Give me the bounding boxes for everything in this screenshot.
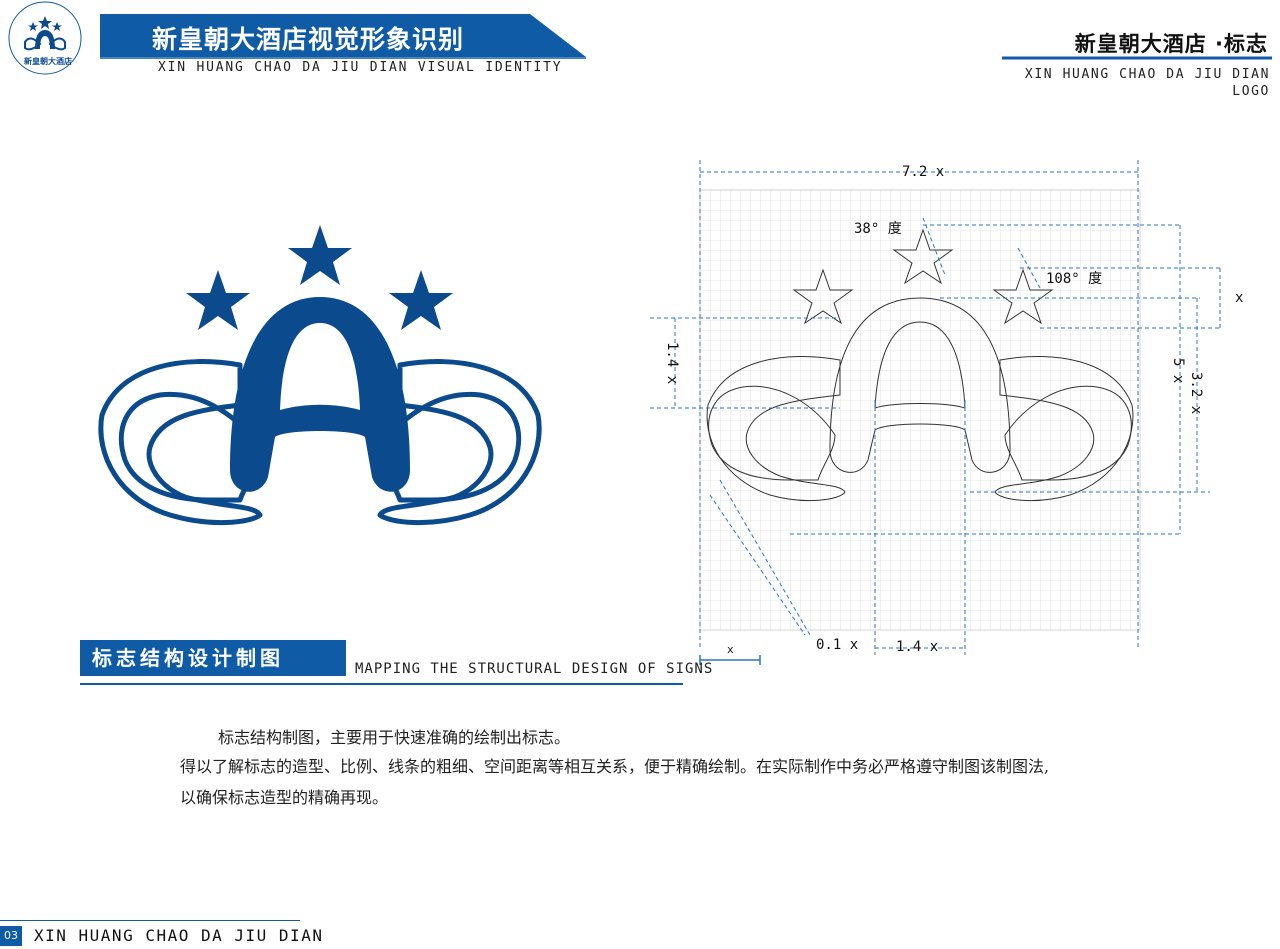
description-line-1: 标志结构制图，主要用于快速准确的绘制出标志。	[218, 728, 571, 747]
section-subtitle-line1: XIN HUANG CHAO DA JIU DIAN	[1024, 67, 1270, 82]
section-underline	[80, 683, 683, 685]
page-number: 03	[0, 926, 22, 946]
description-line-2: 得以了解标志的造型、比例、线条的粗细、空间距离等相互关系，便于精确绘制。在实际制…	[180, 757, 1050, 776]
structural-diagram	[650, 160, 1221, 665]
section-heading: 标志结构设计制图	[80, 640, 346, 676]
section-title: 新皇朝大酒店 ·标志	[1074, 32, 1268, 56]
label-stroke-width: 0.1 x	[816, 637, 859, 653]
footer-rule	[0, 920, 300, 921]
label-3-2x: 3.2 x	[1188, 372, 1204, 415]
label-star-inner-angle: 108° 度	[1046, 271, 1103, 287]
label-right-x: x	[1235, 290, 1244, 306]
page-title: 新皇朝大酒店视觉形象识别	[152, 25, 465, 54]
label-bottom-width: 1.4 x	[896, 639, 939, 655]
label-left-height: 1.4 x	[664, 342, 680, 385]
emblem-caption: 新皇朝大酒店	[24, 57, 72, 66]
label-5x: 5 x	[1170, 358, 1186, 384]
logo-star-right	[389, 270, 453, 330]
logo-star-center	[288, 225, 352, 285]
footer-text: XIN HUANG CHAO DA JIU DIAN	[34, 926, 324, 945]
description-line-3: 以确保标志造型的精确再现。	[180, 788, 389, 807]
page-subtitle: XIN HUANG CHAO DA JIU DIAN VISUAL IDENTI…	[158, 60, 563, 75]
section-heading-subtitle: MAPPING THE STRUCTURAL DESIGN OF SIGNS	[355, 661, 714, 677]
label-unit: x	[727, 643, 734, 656]
hotel-logo	[98, 225, 542, 525]
section-subtitle-line2: LOGO	[1232, 84, 1270, 99]
section-subtitle: XIN HUANG CHAO DA JIU DIAN LOGO	[1025, 66, 1270, 100]
logo-star-left	[186, 270, 250, 330]
label-star-angle: 38° 度	[854, 221, 902, 237]
diagram-grid	[699, 189, 1141, 631]
label-width: 7.2 x	[902, 164, 945, 180]
